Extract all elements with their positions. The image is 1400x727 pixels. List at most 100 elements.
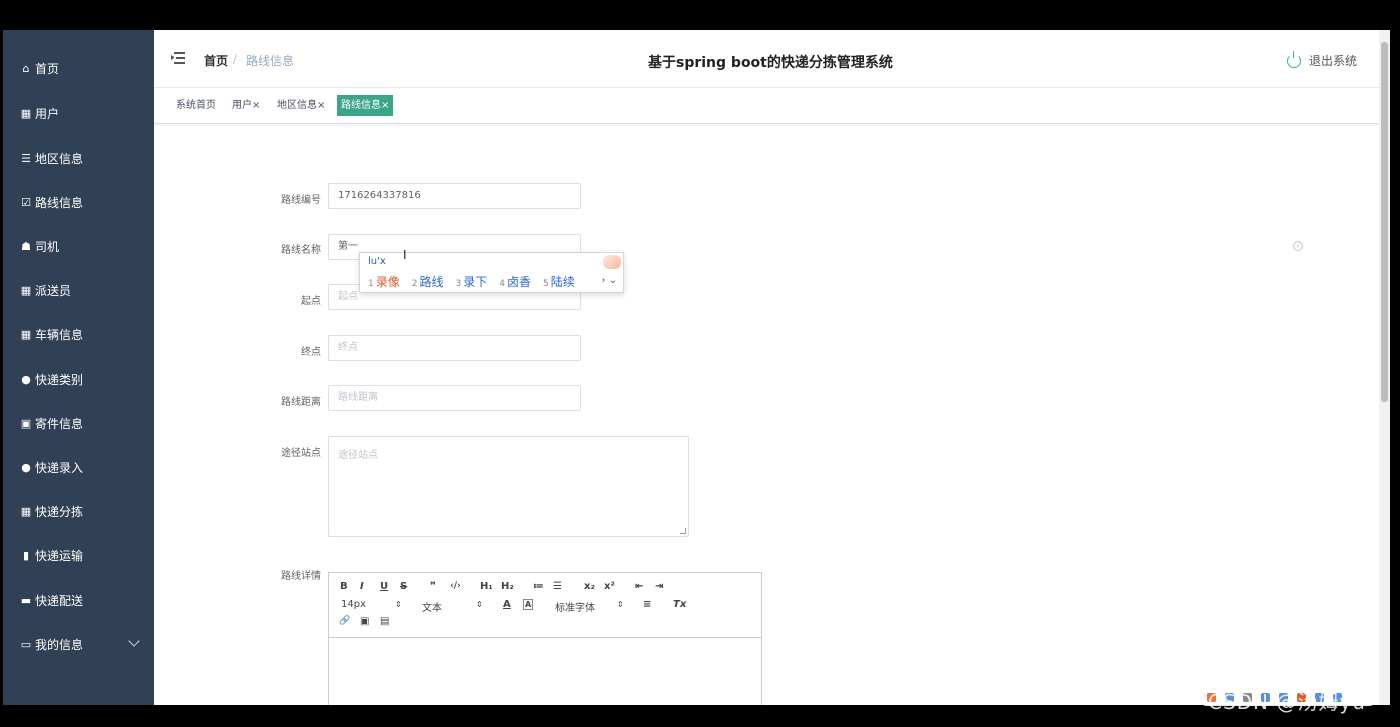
tab-label: 系统首页 xyxy=(176,100,216,111)
tab-routes[interactable]: 路线信息× xyxy=(337,95,394,116)
candidate-text: 路线 xyxy=(419,275,444,289)
ime-candidate[interactable]: 2 路线 xyxy=(412,273,444,290)
thumb-icon: ☗ xyxy=(21,239,31,253)
sidebar: ⌂ 首页 ▦ 用户 ☰ 地区信息 ☑ 路线信息 ☗ 司机 ▦ 派送员 ▦ 车辆信… xyxy=(3,30,154,705)
sidebar-item-delivery[interactable]: ▬ 快递配送 xyxy=(3,580,154,620)
chevron-down-icon xyxy=(128,635,140,647)
candidate-index: 2 xyxy=(411,279,418,289)
underline-button[interactable]: U xyxy=(380,581,388,592)
route-name-label: 路线名称 xyxy=(281,245,321,256)
route-no-input[interactable]: 1716264337816 xyxy=(328,183,581,209)
tab-label: 路线信息 xyxy=(341,100,381,111)
text-cursor-icon: I xyxy=(403,248,407,262)
align-button[interactable]: ≡ xyxy=(643,599,651,610)
sidebar-item-couriers[interactable]: ▦ 派送员 xyxy=(3,270,154,310)
sidebar-item-vehicles[interactable]: ▦ 车辆信息 xyxy=(3,314,154,354)
video-button[interactable]: ▤ xyxy=(380,616,389,627)
code-block-button[interactable]: ‹/› xyxy=(450,581,461,591)
bar-chart-icon: ▮ xyxy=(22,548,30,562)
block-type-select[interactable]: 文本 ⇕ xyxy=(422,599,486,614)
ime-candidate[interactable]: 4 卤香 xyxy=(499,273,531,290)
rich-text-editor[interactable]: B I U S ❞ ‹/› H₁ H₂ ≔ ☰ x₂ x² ⇤ ⇥ 14px ⇕… xyxy=(328,572,762,705)
tab-label: 地区信息 xyxy=(277,100,317,111)
menu-toggle-icon[interactable] xyxy=(171,52,185,64)
system-title: 基于spring boot的快递分拣管理系统 xyxy=(648,55,893,71)
tags-bar: 系统首页 用户× 地区信息× 路线信息× xyxy=(154,88,1390,124)
ordered-list-button[interactable]: ≔ xyxy=(533,581,544,592)
header1-button[interactable]: H₁ xyxy=(480,581,493,592)
page-scrollbar[interactable] xyxy=(1379,30,1390,705)
editor-toolbar: B I U S ❞ ‹/› H₁ H₂ ≔ ☰ x₂ x² ⇤ ⇥ 14px ⇕… xyxy=(329,573,761,638)
route-no-label: 路线编号 xyxy=(281,195,321,206)
ime-candidate[interactable]: 3 录下 xyxy=(456,273,488,290)
ime-candidates: 1 录像 2 路线 3 录下 4 卤香 5 陆续 xyxy=(368,273,587,290)
sidebar-item-routes[interactable]: ☑ 路线信息 xyxy=(3,182,154,222)
candidate-index: 4 xyxy=(499,279,505,289)
sidebar-item-users[interactable]: ▦ 用户 xyxy=(3,93,154,133)
italic-button[interactable]: I xyxy=(360,581,364,592)
details-label: 路线详情 xyxy=(281,571,321,582)
tab-users[interactable]: 用户× xyxy=(228,95,265,116)
sidebar-item-drivers[interactable]: ☗ 司机 xyxy=(3,226,154,266)
blockquote-button[interactable]: ❞ xyxy=(430,581,436,592)
outdent-button[interactable]: ⇤ xyxy=(635,581,643,592)
header2-button[interactable]: H₂ xyxy=(501,581,514,592)
select-arrows-icon: ⇕ xyxy=(395,600,402,609)
grid-icon: ▦ xyxy=(20,283,32,297)
sidebar-item-transport[interactable]: ▮ 快递运输 xyxy=(3,535,154,575)
sidebar-item-label: 我的信息 xyxy=(35,637,84,652)
sidebar-item-label: 用户 xyxy=(35,106,60,121)
grid-icon: ▦ xyxy=(20,504,32,518)
breadcrumb-separator: / xyxy=(233,52,238,66)
sidebar-item-shipments[interactable]: ▣ 寄件信息 xyxy=(3,403,154,443)
distance-input[interactable]: 路线距离 xyxy=(328,385,581,411)
app-window: ⌂ 首页 ▦ 用户 ☰ 地区信息 ☑ 路线信息 ☗ 司机 ▦ 派送员 ▦ 车辆信… xyxy=(3,30,1390,705)
font-family-select[interactable]: 标准字体 ⇕ xyxy=(555,599,625,614)
stations-label: 途径站点 xyxy=(281,448,321,459)
subscript-button[interactable]: x₂ xyxy=(584,581,595,592)
font-color-button[interactable]: A xyxy=(503,599,511,610)
resize-grip-icon[interactable] xyxy=(680,528,686,534)
sidebar-item-regions[interactable]: ☰ 地区信息 xyxy=(3,138,154,178)
clear-format-button[interactable]: Tx xyxy=(673,599,686,610)
sidebar-item-my-info[interactable]: ▭ 我的信息 xyxy=(3,624,154,664)
clear-icon[interactable] xyxy=(1293,241,1303,251)
start-label: 起点 xyxy=(301,296,321,307)
sidebar-item-label: 快递配送 xyxy=(35,593,84,608)
link-button[interactable]: 🔗 xyxy=(339,616,350,626)
sidebar-item-express-types[interactable]: ● 快递类别 xyxy=(3,359,154,399)
candidate-text: 卤香 xyxy=(506,275,531,289)
close-icon[interactable]: × xyxy=(252,100,260,111)
image-button[interactable]: ▣ xyxy=(360,616,369,627)
background-color-button[interactable]: A xyxy=(523,599,534,610)
sidebar-item-label: 快递运输 xyxy=(35,548,84,563)
sidebar-item-label: 快递类别 xyxy=(35,372,84,387)
sidebar-item-label: 快递分拣 xyxy=(35,504,84,519)
sidebar-item-express-entry[interactable]: ● 快递录入 xyxy=(3,447,154,487)
distance-label: 路线距离 xyxy=(281,397,321,408)
strike-button[interactable]: S xyxy=(400,581,407,592)
sidebar-item-home[interactable]: ⌂ 首页 xyxy=(3,48,154,88)
font-size-select[interactable]: 14px ⇕ xyxy=(341,599,405,610)
stations-textarea[interactable]: 途径站点 xyxy=(328,436,689,537)
superscript-button[interactable]: x² xyxy=(604,581,615,592)
close-icon[interactable]: × xyxy=(381,100,389,111)
end-input[interactable]: 终点 xyxy=(328,335,581,361)
grid-icon: ▦ xyxy=(20,106,32,120)
breadcrumb-current: 路线信息 xyxy=(246,54,295,68)
close-icon[interactable]: × xyxy=(317,100,325,111)
bold-button[interactable]: B xyxy=(340,581,348,592)
tab-system-home[interactable]: 系统首页 xyxy=(172,95,220,116)
stations-placeholder: 途径站点 xyxy=(338,450,378,461)
select-arrows-icon: ⇕ xyxy=(476,600,483,609)
logout-button[interactable]: 退出系统 xyxy=(1287,50,1357,69)
tab-regions[interactable]: 地区信息× xyxy=(273,95,330,116)
breadcrumb-home[interactable]: 首页 xyxy=(204,52,228,69)
indent-button[interactable]: ⇥ xyxy=(655,581,663,592)
ime-candidate[interactable]: 5 陆续 xyxy=(543,273,575,290)
ime-page-nav[interactable]: › ⌄ xyxy=(601,275,617,286)
bullet-list-button[interactable]: ☰ xyxy=(553,581,562,592)
sidebar-item-sorting[interactable]: ▦ 快递分拣 xyxy=(3,491,154,531)
ime-candidate[interactable]: 1 录像 xyxy=(368,273,400,290)
scrollbar-thumb[interactable] xyxy=(1381,42,1388,402)
